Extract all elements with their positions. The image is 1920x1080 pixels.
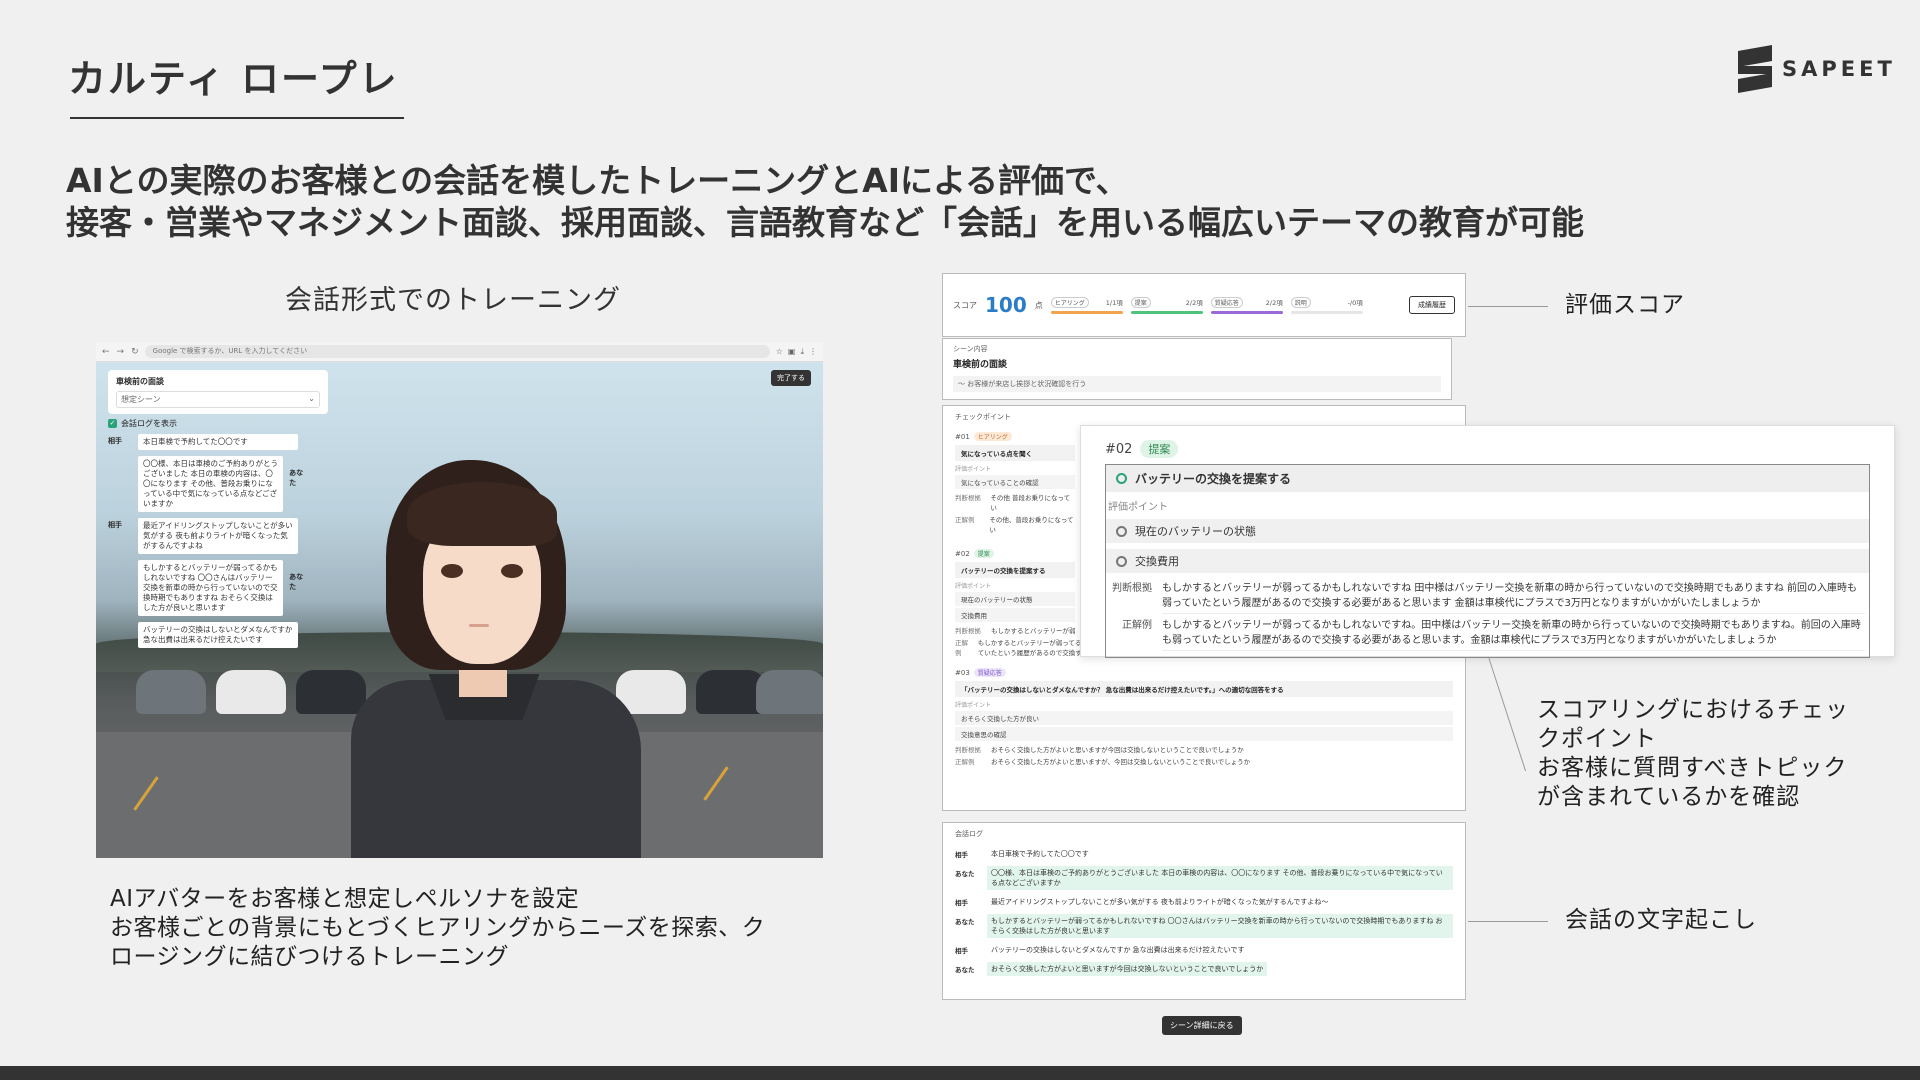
back-icon[interactable]: ← — [102, 347, 110, 357]
callout-score: 評価スコア — [1565, 292, 1685, 318]
extension-icon[interactable]: ▣ — [788, 347, 796, 357]
ai-avatar — [341, 452, 641, 858]
logo-mark-icon — [1738, 45, 1772, 93]
checkpoint-zoom: #02 提案 バッテリーの交換を提案する 評価ポイント 現在のバッテリーの状態 交… — [1080, 425, 1895, 658]
left-description: AIアバターをお客様と想定しペルソナを設定 お客様ごとの背景にもとづくヒアリング… — [110, 886, 766, 970]
headline: AIとの実際のお客様との会話を模したトレーニングとAIによる評価で、 接客・営業… — [66, 160, 1584, 244]
log-row: 相手 最近アイドリングストップしないことが多い気がする 夜も前よりライトが暗くなっ… — [955, 898, 1329, 907]
chat-message: バッテリーの交換はしないとダメなんですか 急な出費は出来るだけ控えたいです — [138, 622, 308, 648]
title-underline — [70, 117, 404, 119]
zoom-tag: 提案 — [1140, 440, 1179, 458]
checkpoint-item: #03 質疑応答 「バッテリーの交換はしないとダメなんですか？ 急な出費は出来るだ… — [955, 668, 1453, 767]
chat-message: 相手 最近アイドリングストップしないことが多い気がする 夜も前よりライトが暗くなっ… — [108, 518, 308, 554]
history-button[interactable]: 成績履歴 — [1409, 296, 1455, 314]
checkpoint-title: チェックポイント — [955, 413, 1011, 421]
scene-content-label: シーン内容 — [953, 345, 988, 353]
scene-selector-panel: 車検前の面談 想定シーン ⌄ — [108, 370, 328, 414]
zoom-point: 交換費用 — [1106, 549, 1869, 573]
circle-icon — [1116, 473, 1127, 484]
circle-icon — [1116, 525, 1127, 537]
score-category: 説明 -/0項 — [1290, 296, 1363, 314]
browser-tools: ☆ ▣ ⤓ ⋮ — [776, 347, 817, 357]
zoom-header: #02 提案 — [1105, 440, 1870, 458]
left-section-heading: 会話形式でのトレーニング — [285, 285, 621, 316]
reload-icon[interactable]: ↻ — [131, 347, 139, 357]
log-row: あなた 〇〇様、本日は車検のご予約ありがとうございました 本日の車検の内容は、〇〇… — [955, 866, 1453, 890]
avatar-scene: 車検前の面談 想定シーン ⌄ 完了する ✓ 会話ログを表示 相手 本日車検で予約して… — [96, 362, 823, 858]
score-label: スコア — [953, 300, 977, 310]
footer-bar — [0, 1066, 1920, 1080]
training-screenshot: ← → ↻ Google で検索するか、URL を入力してください ☆ ▣ ⤓ … — [96, 342, 823, 858]
headline-line-2: 接客・営業やマネジメント面談、採用面談、言語教育など「会話」を用いる幅広いテーマ… — [66, 203, 1584, 242]
score-unit: 点 — [1034, 300, 1043, 310]
menu-icon[interactable]: ⋮ — [809, 347, 817, 357]
chat-message: 相手 本日車検で予約してた〇〇です — [108, 434, 308, 450]
brand-logo: SAPEET — [1738, 45, 1896, 93]
forward-icon[interactable]: → — [117, 347, 125, 357]
score-category: 提案 2/2項 — [1130, 296, 1203, 314]
log-row: あなた おそらく交換した方がよいと思いますが今回は交換しないということで良いでしょ… — [955, 962, 1453, 976]
score-category: ヒアリング 1/1項 — [1050, 296, 1123, 314]
zoom-answer: 正解例 もしかするとバッテリーが弱ってるかもしれないですね。田中様はバッテリー交換… — [1106, 616, 1869, 653]
scene-content-panel: シーン内容 車検前の面談 〜 お客様が来店し挨拶と状況確認を行う — [942, 338, 1452, 400]
zoom-main-item: バッテリーの交換を提案する — [1106, 465, 1869, 492]
log-row: あなた もしかするとバッテリーが弱ってるかもしれないですね 〇〇さんはバッテリー交… — [955, 914, 1453, 938]
scene-content-title: 車検前の面談 — [953, 360, 1008, 370]
logo-text: SAPEET — [1782, 57, 1896, 81]
callout-line-transcript — [1468, 921, 1548, 922]
log-toggle[interactable]: ✓ 会話ログを表示 — [108, 418, 177, 429]
conversation-log-panel: 会話ログ 相手 本日車検で予約してた〇〇です あなた 〇〇様、本日は車検のご予約あり… — [942, 822, 1466, 1000]
chat-message: あなた もしかするとバッテリーが弱ってるかもしれないですね 〇〇さんはバッテリー交… — [138, 560, 308, 616]
scene-title: 車検前の面談 — [116, 377, 164, 386]
log-row: 相手 本日車検で予約してた〇〇です — [955, 850, 1089, 859]
log-title: 会話ログ — [955, 830, 983, 838]
chat-message: あなた 〇〇様、本日は車検のご予約ありがとうございました 本日の車検の内容は、〇〇… — [138, 456, 308, 512]
browser-nav: ← → ↻ — [102, 347, 139, 357]
callout-line-checkpoint — [1488, 656, 1527, 772]
chevron-down-icon: ⌄ — [308, 394, 315, 403]
back-to-scene-button[interactable]: シーン詳細に戻る — [1162, 1016, 1242, 1035]
download-icon[interactable]: ⤓ — [800, 347, 804, 357]
callout-line-score — [1468, 306, 1548, 307]
star-icon[interactable]: ☆ — [776, 347, 783, 357]
scene-content-desc: 〜 お客様が来店し挨拶と状況確認を行う — [953, 376, 1441, 392]
url-bar[interactable]: Google で検索するか、URL を入力してください — [144, 345, 770, 358]
checkbox-icon[interactable]: ✓ — [108, 419, 117, 428]
log-row: 相手 バッテリーの交換はしないとダメなんですか 急な出費は出来るだけ控えたいです — [955, 946, 1245, 955]
callout-transcript: 会話の文字起こし — [1565, 907, 1757, 933]
zoom-judgement: 判断根拠 もしかするとバッテリーが弱ってるかもしれないですね 田中様はバッテリー交… — [1106, 579, 1869, 616]
checkpoint-item: #01 ヒアリング 気になっている点を聞く 評価ポイント 気になっていることの確認… — [955, 432, 1075, 534]
zoom-box: バッテリーの交換を提案する 評価ポイント 現在のバッテリーの状態 交換費用 判断… — [1105, 464, 1870, 658]
callout-checkpoint: スコアリングにおけるチェッ クポイント お客様に質問すべきトピック が含まれてい… — [1537, 697, 1849, 810]
slide-title: カルティ ロープレ — [68, 57, 399, 101]
done-button[interactable]: 完了する — [771, 370, 811, 386]
circle-icon — [1116, 555, 1127, 567]
score-panel: スコア 100 点 ヒアリング 1/1項 提案 2/2項 質疑応答 2/2項 説明 -/… — [942, 273, 1466, 337]
score-value: 100 — [985, 293, 1027, 317]
score-category: 質疑応答 2/2項 — [1210, 296, 1283, 314]
scene-select[interactable]: 想定シーン ⌄ — [116, 391, 320, 408]
zoom-point: 現在のバッテリーの状態 — [1106, 519, 1869, 543]
headline-line-1: AIとの実際のお客様との会話を模したトレーニングとAIによる評価で、 — [66, 161, 1129, 200]
browser-toolbar: ← → ↻ Google で検索するか、URL を入力してください ☆ ▣ ⤓ … — [96, 342, 823, 362]
chat-log: 相手 本日車検で予約してた〇〇です あなた 〇〇様、本日は車検のご予約ありがとうござ… — [108, 434, 308, 654]
